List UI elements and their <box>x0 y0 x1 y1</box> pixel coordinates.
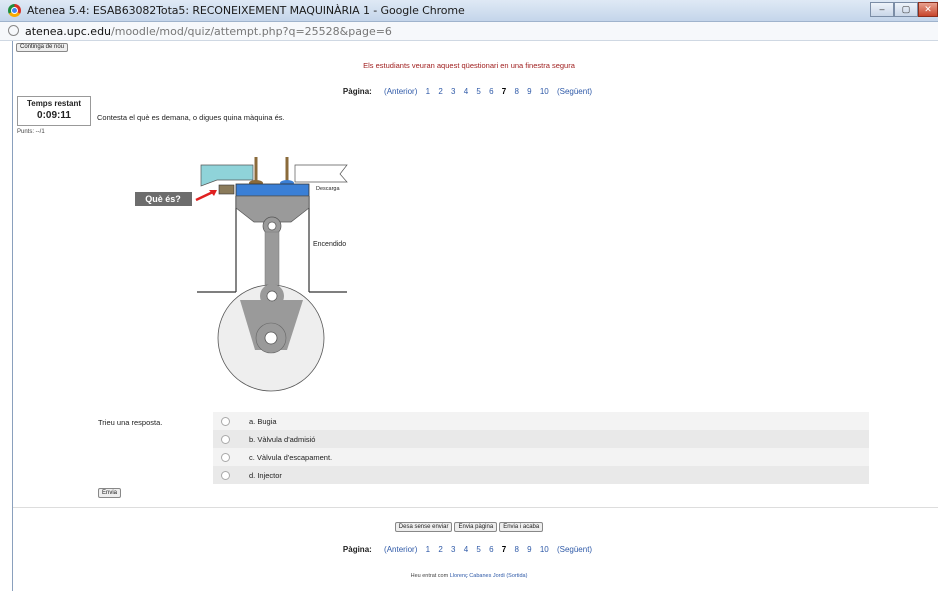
timer-value: 0:09:11 <box>37 110 71 121</box>
label-encendido: Encendido <box>313 241 346 248</box>
pager-label: Pàgina: <box>342 545 372 554</box>
callout-label: Què és? <box>145 194 181 204</box>
question-text: Contesta el què es demana, o digues quin… <box>97 113 285 122</box>
pager-page-link[interactable]: 4 <box>464 545 468 554</box>
window-titlebar: Atenea 5.4: ESAB63082Tota5: RECONEIXEMEN… <box>0 0 938 22</box>
pager-prev-link[interactable]: (Anterior) <box>384 87 417 96</box>
send-and-finish-button[interactable]: Envia i acaba <box>499 522 544 532</box>
answer-option[interactable]: c. Vàlvula d'escapament. <box>213 448 869 466</box>
pager-page-link[interactable]: 9 <box>527 545 531 554</box>
question-score: Punts: --/1 <box>17 129 45 135</box>
answer-label[interactable]: b. Vàlvula d'admisió <box>249 435 315 444</box>
footer-button-group: Desa sense enviar Envia pàgina Envia i a… <box>0 522 938 532</box>
pager-next-link[interactable]: (Següent) <box>557 87 592 96</box>
pager-page-link[interactable]: 1 <box>426 545 430 554</box>
address-bar[interactable]: atenea.upc.edu/moodle/mod/quiz/attempt.p… <box>0 22 938 41</box>
answer-option[interactable]: a. Bugia <box>213 412 869 430</box>
skip-button[interactable]: Continga de nou <box>16 43 69 52</box>
minimize-button[interactable]: – <box>870 2 894 17</box>
pager-page-link[interactable]: 3 <box>451 545 455 554</box>
pager-page-link[interactable]: 9 <box>527 87 531 96</box>
crank-pin <box>266 290 278 302</box>
pager-current-page: 7 <box>501 87 507 96</box>
answer-label[interactable]: a. Bugia <box>249 417 277 426</box>
crank-main-shaft <box>264 331 278 345</box>
login-prefix: Heu entrat com <box>410 573 449 579</box>
engine-diagram: Què és? Descarga Encendido <box>135 157 348 392</box>
pager-bottom: Pàgina: (Anterior) 1 2 3 4 5 6 7 8 9 10 … <box>0 545 938 554</box>
answer-option[interactable]: d. Injector <box>213 466 869 484</box>
pager-label: Pàgina: <box>342 87 372 96</box>
pager-page-link[interactable]: 8 <box>514 545 518 554</box>
pager-page-link[interactable]: 6 <box>489 87 493 96</box>
answer-list: a. Bugia b. Vàlvula d'admisió c. Vàlvula… <box>213 412 869 484</box>
footer-divider <box>13 507 938 508</box>
cylinder-head <box>235 183 310 197</box>
piston-pin <box>267 221 277 231</box>
url-text[interactable]: atenea.upc.edu/moodle/mod/quiz/attempt.p… <box>25 25 392 38</box>
unknown-part <box>218 184 235 195</box>
pager-prev-link[interactable]: (Anterior) <box>384 545 417 554</box>
answer-radio[interactable] <box>221 416 230 426</box>
pager-page-link[interactable]: 3 <box>451 87 455 96</box>
pager-page-link[interactable]: 2 <box>438 87 442 96</box>
answer-prompt: Trieu una resposta. <box>98 418 163 427</box>
answer-radio[interactable] <box>221 434 230 444</box>
window-controls: – ▢ ✕ <box>870 2 938 17</box>
send-page-button[interactable]: Envia pàgina <box>454 522 498 532</box>
close-button[interactable]: ✕ <box>918 2 938 17</box>
logout-link[interactable]: (Sortida) <box>506 573 527 579</box>
pager-page-link[interactable]: 2 <box>438 545 442 554</box>
pager-current-page: 7 <box>501 545 507 554</box>
page-icon <box>8 25 19 36</box>
intake-manifold-shape <box>200 164 254 187</box>
pager-next-link[interactable]: (Següent) <box>557 545 592 554</box>
secure-window-message: Els estudiants veuran aquest qüestionari… <box>363 61 575 70</box>
send-answer-button[interactable]: Envia <box>98 488 122 498</box>
pager-page-link[interactable]: 10 <box>540 545 549 554</box>
chrome-logo-icon <box>8 4 21 17</box>
pager-top: Pàgina: (Anterior) 1 2 3 4 5 6 7 8 9 10 … <box>0 87 938 96</box>
page-left-border <box>12 41 13 591</box>
login-user-link[interactable]: Llorenç Cabanes Jordi <box>450 573 505 579</box>
pager-page-link[interactable]: 6 <box>489 545 493 554</box>
label-descarga: Descarga <box>316 186 340 192</box>
answer-radio[interactable] <box>221 470 230 480</box>
url-path: /moodle/mod/quiz/attempt.php?q=25528&pag… <box>111 25 392 38</box>
url-host: atenea.upc.edu <box>25 25 112 38</box>
answer-option[interactable]: b. Vàlvula d'admisió <box>213 430 869 448</box>
maximize-button[interactable]: ▢ <box>894 2 918 17</box>
pager-page-link[interactable]: 4 <box>464 87 468 96</box>
time-remaining-box: Temps restant 0:09:11 <box>17 96 91 126</box>
exhaust-manifold-shape <box>294 164 348 183</box>
login-info: Heu entrat com Llorenç Cabanes Jordi (So… <box>0 573 938 579</box>
answer-label[interactable]: c. Vàlvula d'escapament. <box>249 453 332 462</box>
pager-page-link[interactable]: 8 <box>514 87 518 96</box>
pager-page-link[interactable]: 5 <box>476 545 480 554</box>
answer-label[interactable]: d. Injector <box>249 471 282 480</box>
pager-page-link[interactable]: 5 <box>476 87 480 96</box>
answer-radio[interactable] <box>221 452 230 462</box>
pager-page-link[interactable]: 1 <box>426 87 430 96</box>
pager-page-link[interactable]: 10 <box>540 87 549 96</box>
timer-label: Temps restant <box>26 99 82 108</box>
window-title: Atenea 5.4: ESAB63082Tota5: RECONEIXEMEN… <box>27 4 465 17</box>
save-without-sending-button[interactable]: Desa sense enviar <box>394 522 453 532</box>
